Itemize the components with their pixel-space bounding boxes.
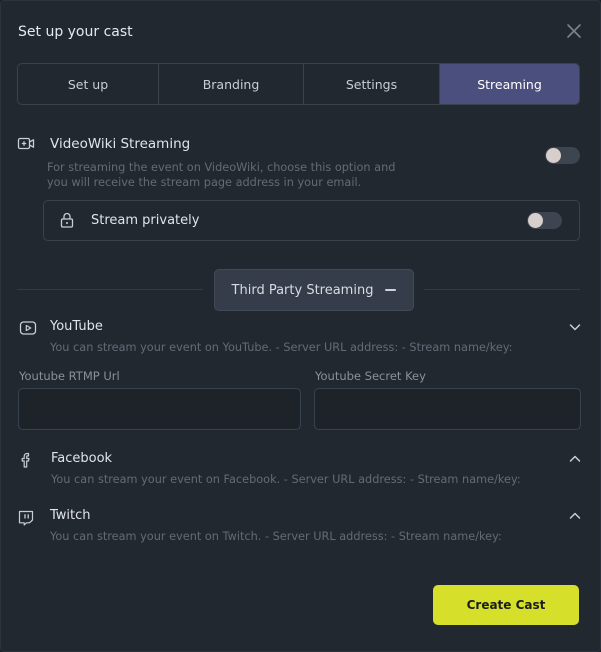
video-add-icon — [17, 137, 35, 150]
third-party-label: Third Party Streaming — [231, 282, 374, 298]
videowiki-streaming-toggle[interactable] — [545, 147, 580, 164]
youtube-rtmp-input[interactable] — [18, 388, 301, 430]
twitch-title: Twitch — [50, 508, 91, 523]
twitch-icon — [18, 510, 34, 526]
close-icon[interactable] — [565, 22, 583, 40]
stream-private-row: Stream privately — [43, 200, 580, 241]
toggle-knob — [528, 213, 543, 228]
tab-streaming[interactable]: Streaming — [440, 64, 579, 104]
tab-branding[interactable]: Branding — [159, 64, 304, 104]
youtube-icon — [19, 321, 37, 335]
chevron-up-icon[interactable] — [568, 509, 582, 523]
facebook-title: Facebook — [51, 451, 113, 466]
youtube-secret-label: Youtube Secret Key — [315, 369, 426, 383]
videowiki-description-line2: you will receive the stream page address… — [47, 176, 362, 189]
videowiki-streaming-title: VideoWiki Streaming — [50, 136, 191, 152]
cast-setup-modal: Set up your cast Set up Branding Setting… — [0, 0, 601, 652]
tab-setup[interactable]: Set up — [18, 64, 159, 104]
tab-settings[interactable]: Settings — [304, 64, 440, 104]
toggle-knob — [546, 148, 561, 163]
create-cast-button[interactable]: Create Cast — [433, 585, 579, 625]
third-party-streaming-toggle[interactable]: Third Party Streaming — [214, 269, 414, 311]
youtube-rtmp-label: Youtube RTMP Url — [19, 369, 120, 383]
youtube-secret-input[interactable] — [314, 388, 581, 430]
tab-bar: Set up Branding Settings Streaming — [17, 63, 580, 105]
stream-private-label: Stream privately — [91, 213, 200, 228]
facebook-icon — [21, 452, 30, 468]
chevron-up-icon[interactable] — [568, 452, 582, 466]
youtube-title: YouTube — [50, 319, 103, 334]
stream-private-toggle[interactable] — [527, 212, 562, 229]
modal-title: Set up your cast — [18, 24, 133, 40]
youtube-description: You can stream your event on YouTube. - … — [50, 341, 513, 354]
twitch-description: You can stream your event on Twitch. - S… — [50, 530, 502, 543]
divider-right — [424, 289, 580, 290]
videowiki-description-line1: For streaming the event on VideoWiki, ch… — [47, 161, 396, 174]
facebook-description: You can stream your event on Facebook. -… — [51, 473, 521, 486]
minus-icon — [385, 289, 397, 291]
chevron-down-icon[interactable] — [568, 320, 582, 334]
lock-icon — [60, 212, 74, 228]
divider-left — [17, 289, 203, 290]
